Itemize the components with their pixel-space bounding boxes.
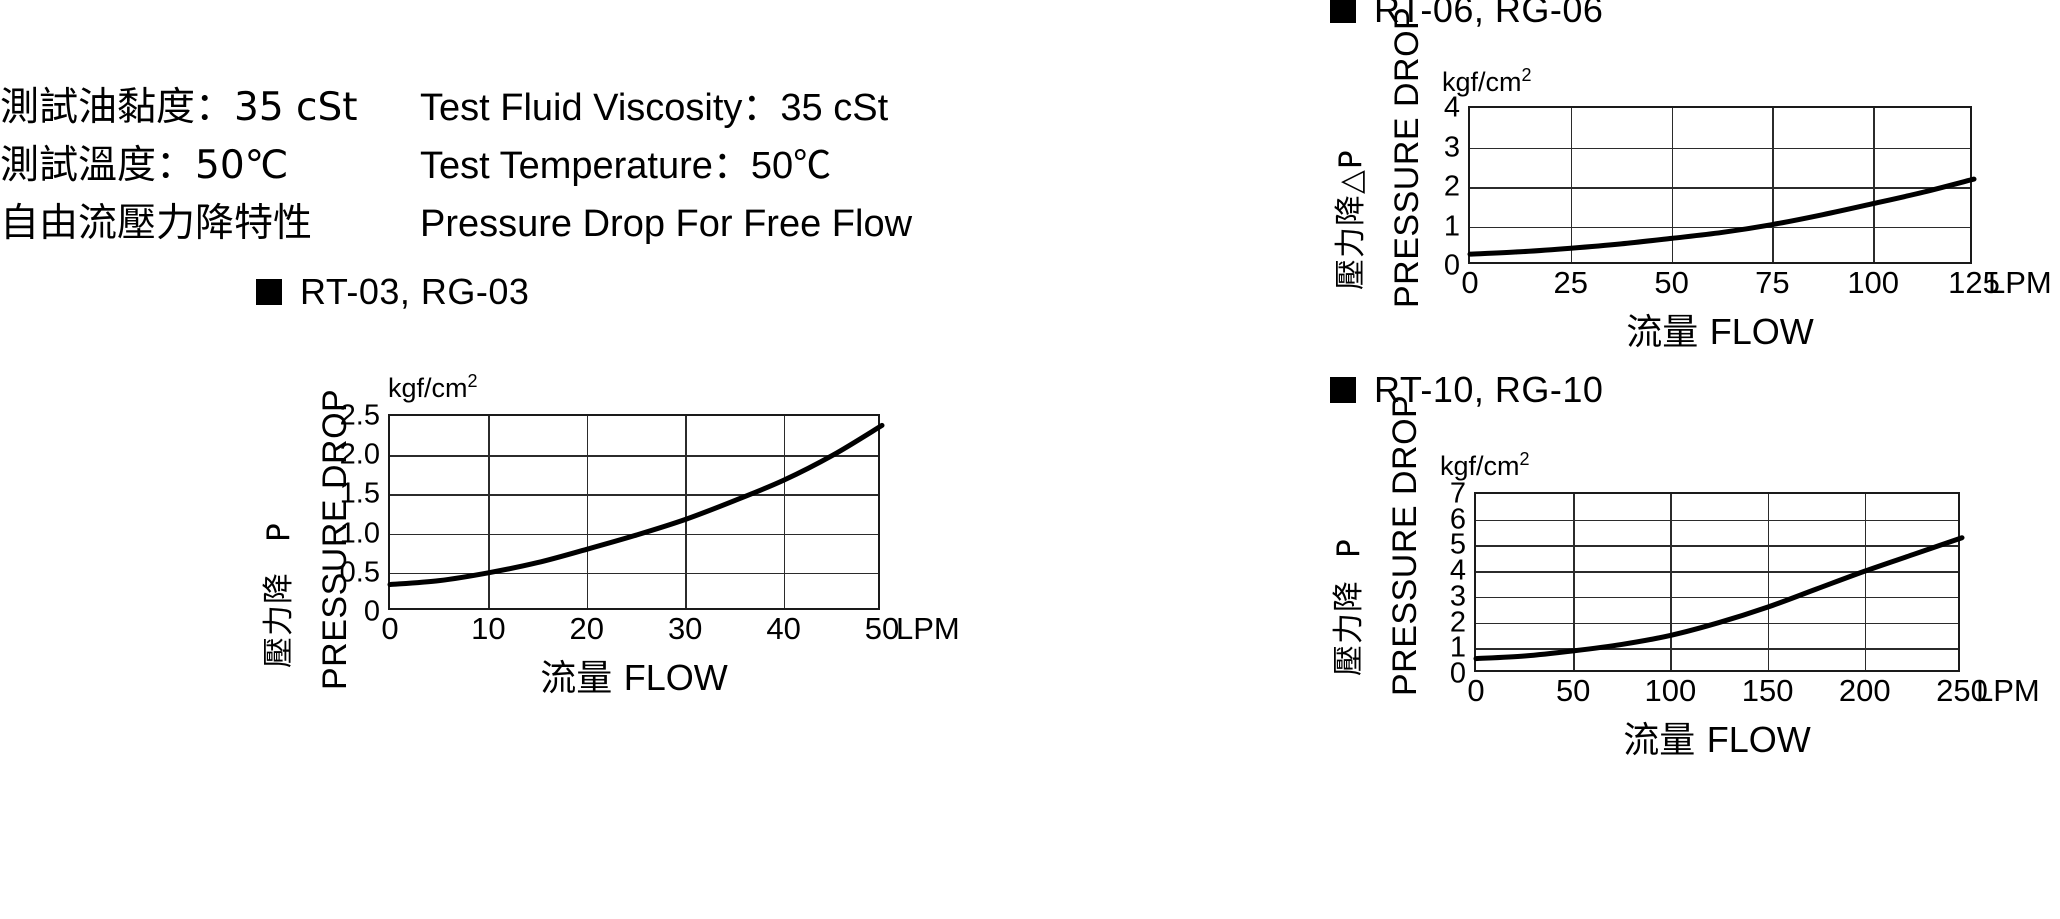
y-axis-title-cn: 壓力降	[1331, 580, 1367, 676]
y-axis-tick-label: 5	[1449, 528, 1466, 561]
test-condition-row: 測試油黏度：35 cSt Test Fluid Viscosity：35 cSt	[0, 88, 980, 146]
x-axis-tick-label: 50	[1654, 265, 1689, 300]
y-axis-symbol: P	[261, 522, 297, 542]
y-axis-tick-label: 4	[1443, 91, 1460, 124]
x-axis-unit-label: LPM	[1988, 265, 2052, 300]
plot-area: 流量 FLOW 0 1 2 3 4 0 25 50 75 100 125 LPM	[1444, 93, 2052, 351]
y-axis-tick-label: 1	[1443, 210, 1460, 242]
unit-exponent: 2	[1521, 65, 1532, 85]
chart-heading: RT-03, RG-03	[256, 274, 529, 310]
test-condition-cn: 自由流壓力降特性	[0, 201, 313, 246]
y-axis-tick-label: 7	[1449, 477, 1466, 510]
x-axis-tick-label: 50	[864, 611, 900, 646]
filled-square-icon	[256, 279, 282, 305]
x-axis-tick-label: 200	[1838, 673, 1891, 708]
test-condition-row: 測試溫度：50℃ Test Temperature：50℃	[0, 146, 980, 204]
x-axis-title-cn: 流量	[1623, 720, 1696, 761]
x-axis-unit-label: LPM	[1976, 673, 2040, 708]
chart-body: 壓力降 P PRESSURE DROP kgf/cm2 流量 FLOW 0123…	[1330, 395, 2040, 828]
y-axis-symbol: △P	[1333, 149, 1369, 194]
x-axis-tick-label: 40	[766, 611, 801, 646]
y-axis-tick-label: 2	[1449, 606, 1466, 639]
y-axis-tick-label: 1.5	[339, 477, 380, 510]
unit-exponent: 2	[1519, 449, 1530, 469]
chart-heading: RT-06, RG-06	[1330, 0, 1603, 28]
plot-area: 流量 FLOW 0 1 2 3 4 5 6 7 0 50 100 150 200 250 LPM	[1450, 479, 2040, 759]
x-axis-tick-label: 100	[1847, 265, 1900, 300]
y-axis-tick-label: 3	[1449, 580, 1466, 613]
y-axis-tick-label: 2.0	[339, 438, 380, 471]
y-axis-tick-label: 1	[1449, 631, 1466, 664]
x-axis-tick-label: 20	[569, 611, 605, 646]
x-axis-title-cn: 流量	[1626, 312, 1699, 353]
x-axis-tick-label: 10	[471, 611, 506, 646]
x-axis-title: 流量 FLOW	[1470, 314, 1970, 351]
pressure-drop-curve	[387, 422, 885, 588]
x-axis-tick-label: 25	[1553, 265, 1589, 300]
test-condition-cn: 測試溫度：50℃	[0, 143, 289, 188]
x-axis-title: 流量 FLOW	[390, 660, 878, 697]
y-axis-title-cn: 壓力降	[1333, 194, 1369, 290]
plot-area: 流量 FLOW 0 0.5 1.0 1.5 2.0 2.5 0 10 20 30 40 50 LPM	[340, 401, 960, 697]
pressure-drop-curve	[1467, 176, 1977, 257]
filled-square-icon	[1330, 0, 1356, 23]
chart-rt-10: RT-10, RG-10 壓力降 P PRESSURE DROP kgf/cm2…	[1330, 372, 2040, 828]
test-condition-en: Test Fluid Viscosity：35 cSt	[420, 87, 889, 129]
chart-rt-06: RT-06, RG-06 壓力降△P PRESSURE DROP kgf/cm2…	[1330, 0, 2052, 418]
y-axis-title-cn-symbol: 壓力降△P	[1333, 149, 1369, 290]
x-axis-tick-label: 50	[1555, 673, 1591, 708]
unit-exponent: 2	[467, 371, 478, 391]
test-condition-en: Pressure Drop For Free Flow	[420, 203, 913, 245]
x-axis-title: 流量 FLOW	[1476, 722, 1958, 759]
y-axis-title-cn: 壓力降	[261, 572, 297, 668]
x-axis-tick-label: 100	[1644, 673, 1697, 708]
chart-title: RT-03, RG-03	[300, 271, 530, 312]
x-axis-tick-label: 0	[381, 611, 399, 646]
y-axis-tick-label: 6	[1449, 503, 1466, 536]
chart-rt-03: RT-03, RG-03 壓力降 P PRESSURE DROP kgf/cm2…	[256, 274, 960, 730]
y-axis-title-en: PRESSURE DROP	[1386, 394, 1424, 696]
unit-text: kgf/cm	[1440, 451, 1520, 481]
y-axis-unit: kgf/cm2	[388, 372, 478, 402]
chart-body: 壓力降△P PRESSURE DROP kgf/cm2 流量 FLOW 0123…	[1330, 7, 2052, 418]
test-condition-en: Test Temperature：50℃	[420, 145, 832, 187]
x-axis-tick-label: 75	[1755, 265, 1790, 300]
y-axis-title-en: PRESSURE DROP	[1388, 6, 1426, 308]
x-axis-tick-label: 150	[1741, 673, 1794, 708]
x-axis-title-cn: 流量	[540, 658, 613, 699]
x-axis-unit-label: LPM	[896, 611, 960, 646]
x-axis-title-en: FLOW	[1706, 719, 1811, 760]
unit-text: kgf/cm	[388, 373, 468, 403]
y-axis-tick-label: 3	[1443, 131, 1460, 163]
x-axis-tick-label: 30	[667, 611, 703, 646]
y-axis-tick-label: 2.5	[339, 399, 380, 432]
test-condition-cn: 測試油黏度：35 cSt	[0, 85, 358, 130]
y-axis-symbol: P	[1331, 538, 1367, 558]
filled-square-icon	[1330, 377, 1356, 403]
x-axis-title-en: FLOW	[1709, 311, 1814, 352]
y-axis-tick-label: 2	[1443, 170, 1460, 203]
x-axis-tick-label: 0	[1467, 673, 1485, 708]
chart-heading: RT-10, RG-10	[1330, 372, 1603, 408]
y-axis-tick-label: 4	[1449, 554, 1466, 587]
y-axis-tick-label: 0.5	[339, 556, 380, 589]
y-axis-tick-label: 1.0	[339, 517, 380, 550]
x-axis-title-en: FLOW	[623, 657, 728, 698]
pressure-drop-curve	[1473, 535, 1965, 662]
x-axis-tick-label: 0	[1461, 265, 1479, 300]
test-conditions-block: 測試油黏度：35 cSt Test Fluid Viscosity：35 cSt…	[0, 88, 980, 262]
test-condition-row: 自由流壓力降特性 Pressure Drop For Free Flow	[0, 204, 980, 262]
chart-body: 壓力降 P PRESSURE DROP kgf/cm2 流量 FLOW 0 0.5…	[256, 310, 960, 730]
y-axis-unit: kgf/cm2	[1440, 450, 1530, 480]
